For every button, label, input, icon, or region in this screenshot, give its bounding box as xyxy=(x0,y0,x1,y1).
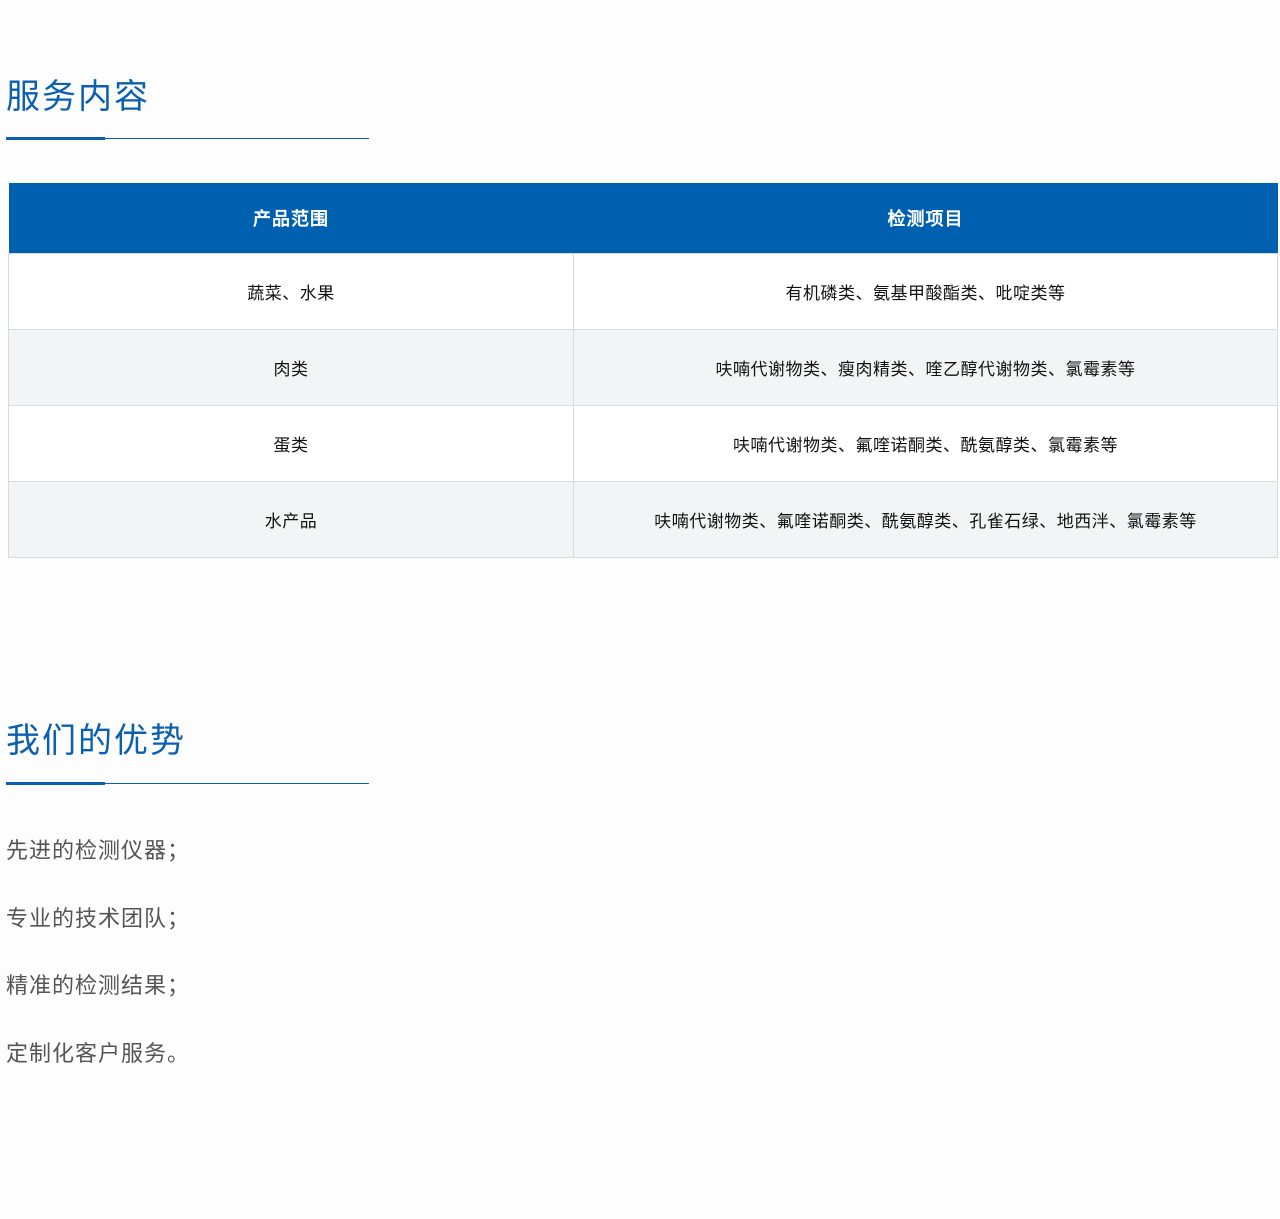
services-title-underline-accent xyxy=(6,137,105,140)
list-item: 精准的检测结果； xyxy=(6,974,191,999)
advantages-section-title: 我们的优势 xyxy=(6,721,186,761)
cell-test-items: 呋喃代谢物类、氟喹诺酮类、酰氨醇类、孔雀石绿、地西泮、氯霉素等 xyxy=(573,481,1278,558)
cell-test-items: 有机磷类、氨基甲酸酯类、吡啶类等 xyxy=(573,253,1278,330)
list-item: 专业的技术团队； xyxy=(6,906,191,932)
services-section-title: 服务内容 xyxy=(6,77,150,117)
page: 服务内容 产品范围 检测项目 蔬菜、水果 有机磷类、氨基甲酸酯类、吡啶类等 肉类… xyxy=(0,0,1280,1219)
services-table: 产品范围 检测项目 蔬菜、水果 有机磷类、氨基甲酸酯类、吡啶类等 肉类 呋喃代谢… xyxy=(8,183,1278,558)
advantages-list: 先进的检测仪器； 专业的技术团队； 精准的检测结果； 定制化客户服务。 xyxy=(6,834,190,1104)
table-row: 蛋类 呋喃代谢物类、氟喹诺酮类、酰氨醇类、氯霉素等 xyxy=(8,405,1278,482)
header-test-items: 检测项目 xyxy=(573,183,1278,254)
list-item: 定制化客户服务。 xyxy=(6,1041,191,1067)
cell-product-scope: 水产品 xyxy=(8,481,574,558)
table-row: 水产品 呋喃代谢物类、氟喹诺酮类、酰氨醇类、孔雀石绿、地西泮、氯霉素等 xyxy=(8,481,1278,558)
header-product-scope: 产品范围 xyxy=(8,183,574,254)
cell-product-scope: 蔬菜、水果 xyxy=(8,253,574,330)
advantages-title-underline xyxy=(6,782,369,785)
cell-product-scope: 肉类 xyxy=(8,329,574,406)
table-row: 蔬菜、水果 有机磷类、氨基甲酸酯类、吡啶类等 xyxy=(8,253,1278,330)
cell-test-items: 呋喃代谢物类、氟喹诺酮类、酰氨醇类、氯霉素等 xyxy=(573,405,1278,482)
cell-product-scope: 蛋类 xyxy=(8,405,574,482)
advantages-title-underline-accent xyxy=(6,782,105,785)
services-title-underline xyxy=(6,137,369,140)
table-header-row: 产品范围 检测项目 xyxy=(8,183,1278,254)
cell-test-items: 呋喃代谢物类、瘦肉精类、喹乙醇代谢物类、氯霉素等 xyxy=(573,329,1278,406)
list-item: 先进的检测仪器； xyxy=(6,839,191,864)
table-row: 肉类 呋喃代谢物类、瘦肉精类、喹乙醇代谢物类、氯霉素等 xyxy=(8,329,1278,406)
